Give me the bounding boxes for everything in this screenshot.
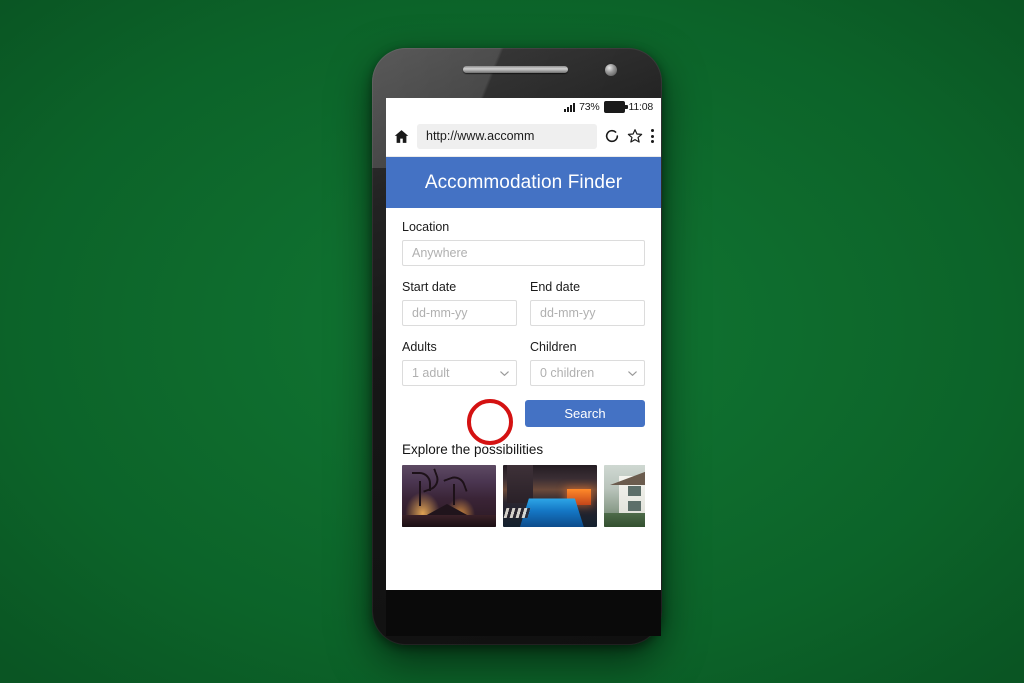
reload-icon[interactable]: [604, 128, 620, 144]
phone-chin: [386, 590, 661, 636]
front-camera-icon: [605, 64, 617, 76]
adults-dropdown[interactable]: 1 adult: [402, 360, 517, 386]
battery-icon: [603, 101, 628, 113]
url-text: http://www.accomm: [426, 129, 535, 143]
search-button-row: Search: [402, 400, 645, 427]
search-button[interactable]: Search: [525, 400, 645, 427]
children-label: Children: [530, 340, 577, 354]
thumbnail-hotel-pool-at-night[interactable]: [503, 465, 597, 527]
explore-thumbnail-strip: [402, 465, 645, 527]
adults-field-block: Adults 1 adult: [402, 340, 517, 386]
page-title: Accommodation Finder: [424, 171, 623, 193]
chevron-down-icon[interactable]: [627, 368, 638, 379]
end-date-label: End date: [530, 280, 581, 294]
search-form: Location Anywhere Start date dd-mm-yy En…: [386, 208, 661, 527]
date-fields-row: Start date dd-mm-yy End date dd-mm-yy: [402, 280, 645, 326]
thumbnail-white-villa[interactable]: [604, 465, 645, 527]
end-date-placeholder: dd-mm-yy: [540, 306, 596, 320]
children-field-block: Children 0 children: [530, 340, 645, 386]
adults-label: Adults: [402, 340, 437, 354]
url-bar[interactable]: http://www.accomm: [417, 123, 597, 149]
status-bar: 73% 11:08: [386, 98, 661, 116]
end-date-input[interactable]: dd-mm-yy: [530, 300, 645, 326]
explore-section-title: Explore the possibilities: [402, 442, 544, 457]
app-header: Accommodation Finder: [386, 157, 661, 208]
start-date-input[interactable]: dd-mm-yy: [402, 300, 517, 326]
status-bar-clock: 11:08: [628, 101, 654, 113]
location-field-block: Location Anywhere: [402, 220, 645, 266]
location-label: Location: [402, 220, 450, 234]
location-input[interactable]: Anywhere: [402, 240, 645, 266]
screenshot-stage: 73% 11:08 http://www.accomm Accommodatio…: [0, 0, 1024, 683]
guests-fields-row: Adults 1 adult Children 0 children: [402, 340, 645, 386]
adults-value: 1 adult: [412, 366, 450, 380]
signal-bars-icon: [564, 102, 576, 112]
start-date-field-block: Start date dd-mm-yy: [402, 280, 517, 326]
chevron-down-icon[interactable]: [499, 368, 510, 379]
overflow-menu-icon[interactable]: [650, 129, 654, 143]
phone-screen: 73% 11:08 http://www.accomm Accommodatio…: [386, 98, 661, 590]
thumbnail-resort-at-dusk[interactable]: [402, 465, 496, 527]
location-placeholder: Anywhere: [412, 246, 468, 260]
phone-device: 73% 11:08 http://www.accomm Accommodatio…: [372, 48, 662, 645]
speaker-grille-icon: [463, 66, 568, 73]
star-icon[interactable]: [627, 128, 643, 144]
start-date-label: Start date: [402, 280, 457, 294]
browser-toolbar: http://www.accomm: [386, 116, 661, 157]
home-icon[interactable]: [393, 128, 410, 145]
children-dropdown[interactable]: 0 children: [530, 360, 645, 386]
children-value: 0 children: [540, 366, 595, 380]
start-date-placeholder: dd-mm-yy: [412, 306, 468, 320]
battery-percent-label: 73%: [579, 101, 600, 113]
end-date-field-block: End date dd-mm-yy: [530, 280, 645, 326]
